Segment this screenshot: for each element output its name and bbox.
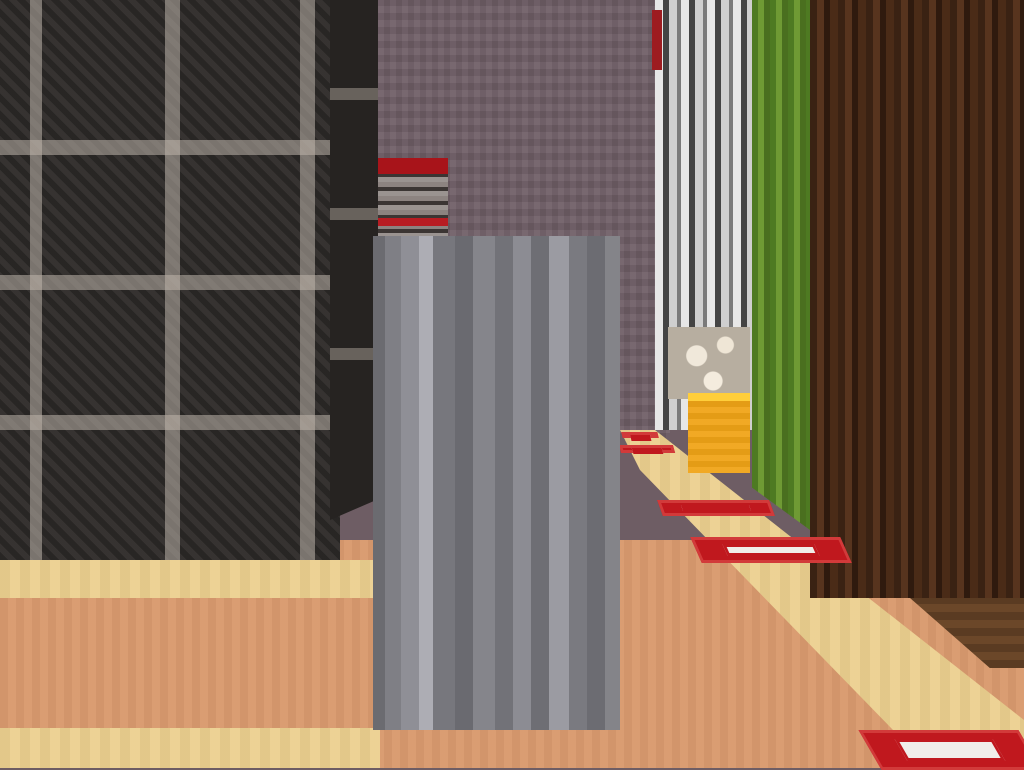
glowstone-block bbox=[668, 327, 750, 399]
stone-pillar bbox=[373, 236, 620, 730]
cactus-column bbox=[752, 0, 810, 530]
red-stacked-block bbox=[378, 158, 448, 238]
redstone-plate bbox=[618, 445, 676, 453]
gold-block bbox=[688, 393, 750, 473]
dark-tiled-tower-side bbox=[330, 0, 378, 520]
redstone-plate bbox=[858, 730, 1024, 770]
redstone-plate bbox=[690, 537, 852, 563]
dark-tiled-tower bbox=[0, 0, 340, 560]
dark-oak-wall bbox=[810, 0, 1024, 598]
redstone-plate bbox=[657, 500, 775, 516]
floor-sand-strip-left bbox=[0, 560, 380, 598]
redstone-plate bbox=[621, 432, 659, 438]
floor-sand-strip-bottom bbox=[0, 728, 380, 768]
red-column-trim bbox=[652, 10, 662, 70]
